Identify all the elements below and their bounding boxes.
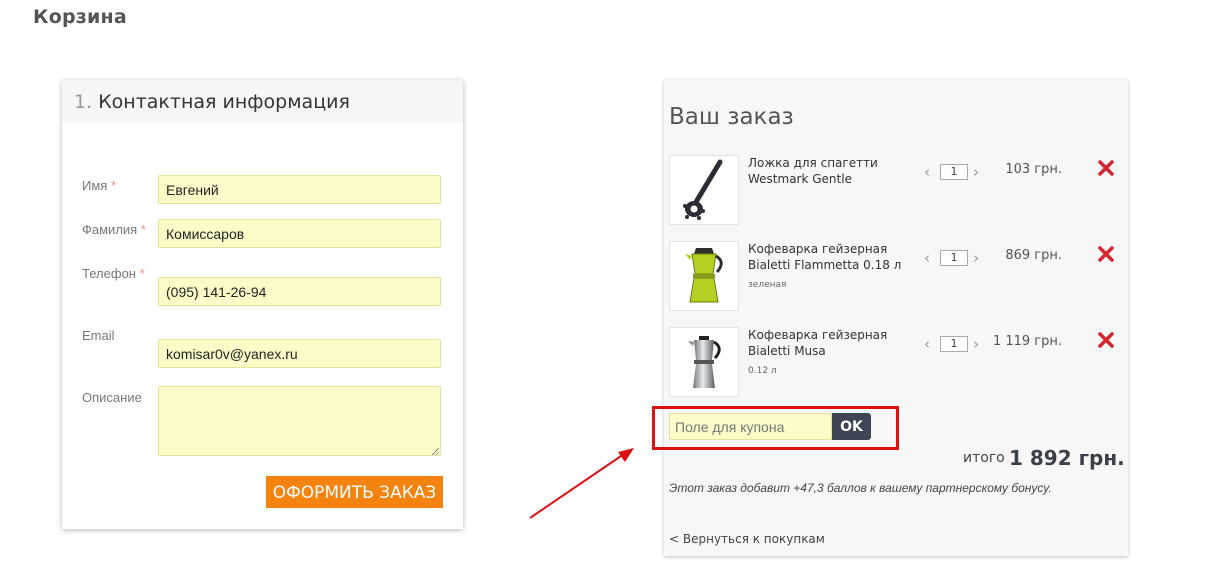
resize-grip-icon[interactable] xyxy=(432,448,439,455)
description-label: Описание xyxy=(82,390,142,405)
name-label-text: Имя xyxy=(82,178,108,193)
item-variant: зеленая xyxy=(748,280,787,290)
annotation-arrow-icon xyxy=(529,448,634,519)
phone-label: Телефон * xyxy=(82,266,145,281)
surname-label-text: Фамилия xyxy=(82,222,138,237)
item-name[interactable]: Кофеварка гейзерная Bialetti Musa xyxy=(748,327,908,359)
item-variant: 0.12 л xyxy=(748,366,777,376)
spaghetti-spoon-icon xyxy=(683,159,723,220)
place-order-button[interactable]: ОФОРМИТЬ ЗАКАЗ xyxy=(266,476,443,508)
contact-info-header: 1. Контактная информация xyxy=(62,80,463,123)
item-price: 869 грн. xyxy=(1005,248,1062,263)
order-summary-panel: Ваш заказ Ложка для спагетти Westmark Ge… xyxy=(664,80,1128,556)
chevron-right-icon[interactable]: › xyxy=(971,164,981,180)
required-mark: * xyxy=(140,222,146,237)
total-value: 1 892 грн. xyxy=(1009,446,1125,470)
chevron-right-icon[interactable]: › xyxy=(971,250,981,266)
green-moka-pot-icon xyxy=(685,248,723,303)
required-mark: * xyxy=(110,178,117,193)
steel-moka-pot-image[interactable] xyxy=(669,327,739,397)
surname-input[interactable] xyxy=(158,219,441,248)
phone-input[interactable] xyxy=(158,277,441,306)
chevron-left-icon[interactable]: ‹ xyxy=(922,164,932,180)
required-mark: * xyxy=(139,266,145,281)
steel-moka-pot-icon xyxy=(688,336,721,388)
close-x-icon[interactable] xyxy=(1097,159,1115,177)
chevron-left-icon[interactable]: ‹ xyxy=(922,250,932,266)
surname-label: Фамилия * xyxy=(82,222,146,237)
chevron-left-icon[interactable]: ‹ xyxy=(922,336,932,352)
quantity-field[interactable]: 1 xyxy=(940,250,968,266)
heading-text: Контактная информация xyxy=(98,91,350,113)
item-name[interactable]: Ложка для спагетти Westmark Gentle xyxy=(748,155,908,187)
close-x-icon[interactable] xyxy=(1097,331,1115,349)
page-title: Корзина xyxy=(33,6,127,28)
quantity-field[interactable]: 1 xyxy=(940,336,968,352)
name-label: Имя * xyxy=(82,178,116,193)
phone-label-text: Телефон xyxy=(82,266,136,281)
coupon-highlight-box xyxy=(652,406,899,450)
item-price: 103 грн. xyxy=(1005,162,1062,177)
name-input[interactable] xyxy=(158,175,441,204)
quantity-field[interactable]: 1 xyxy=(940,164,968,180)
email-label: Email xyxy=(82,328,115,343)
item-price: 1 119 грн. xyxy=(992,334,1062,349)
total-label: итого xyxy=(963,450,1005,466)
bonus-note: Этот заказ добавит +47,3 баллов к вашему… xyxy=(669,481,1052,495)
description-textarea[interactable] xyxy=(158,386,441,456)
green-moka-pot-image[interactable] xyxy=(669,241,739,311)
order-title: Ваш заказ xyxy=(669,104,794,130)
contact-info-heading: 1. Контактная информация xyxy=(74,91,350,113)
spaghetti-spoon-image[interactable] xyxy=(669,155,739,225)
chevron-right-icon[interactable]: › xyxy=(971,336,981,352)
email-input[interactable] xyxy=(158,339,441,368)
close-x-icon[interactable] xyxy=(1097,245,1115,263)
back-to-shopping-link[interactable]: < Вернуться к покупкам xyxy=(669,532,825,546)
step-number: 1. xyxy=(74,91,93,113)
contact-info-panel: 1. Контактная информация Имя * Фамилия *… xyxy=(62,80,463,529)
item-name[interactable]: Кофеварка гейзерная Bialetti Flammetta 0… xyxy=(748,241,908,273)
